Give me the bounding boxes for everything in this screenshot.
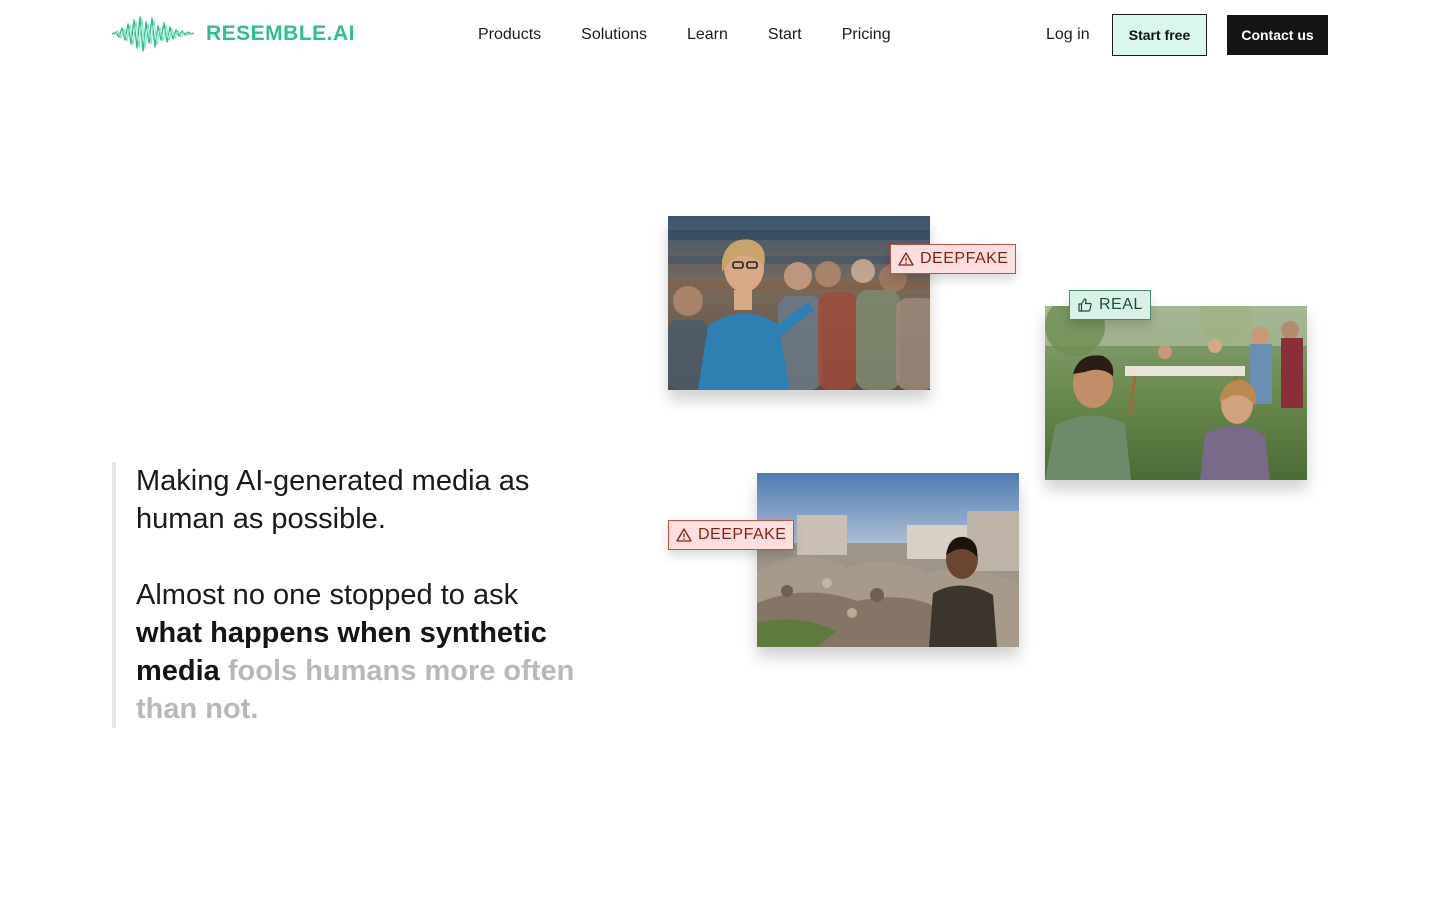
main-nav: Products Solutions Learn Start Pricing — [458, 0, 911, 70]
speaker-photo — [668, 216, 930, 390]
nav-pricing[interactable]: Pricing — [822, 26, 911, 44]
deepfake-badge-1: DEEPFAKE — [890, 244, 1017, 274]
brand-logo[interactable]: RESEMBLE.AI — [112, 14, 355, 54]
real-badge: REAL — [1069, 290, 1151, 320]
hero-line-2: Almost no one stopped to ask what happen… — [136, 576, 592, 728]
nav-learn[interactable]: Learn — [667, 26, 748, 44]
nav-solutions[interactable]: Solutions — [561, 26, 667, 44]
thumbs-up-icon — [1078, 298, 1092, 312]
hero-line-2-lead: Almost no one stopped to ask — [136, 579, 519, 611]
real-badge-label: REAL — [1099, 296, 1143, 313]
media-card-speaker — [668, 216, 930, 390]
family-gathering-photo — [1045, 306, 1307, 480]
hero-line-1: Making AI-generated media as human as po… — [136, 465, 530, 535]
warning-triangle-icon — [676, 528, 692, 542]
nav-start[interactable]: Start — [748, 26, 822, 44]
site-header: RESEMBLE.AI Products Solutions Learn Sta… — [0, 0, 1440, 70]
deepfake-badge-label: DEEPFAKE — [920, 250, 1009, 267]
rubble-photo — [757, 473, 1019, 647]
warning-triangle-icon — [898, 252, 914, 266]
contact-us-button[interactable]: Contact us — [1227, 15, 1328, 55]
start-free-button[interactable]: Start free — [1112, 14, 1207, 56]
nav-products[interactable]: Products — [458, 26, 561, 44]
login-link[interactable]: Log in — [1030, 0, 1106, 70]
brand-name: RESEMBLE.AI — [206, 22, 356, 45]
hero-statement: Making AI-generated media as human as po… — [112, 462, 592, 728]
waveform-icon — [112, 16, 194, 52]
deepfake-badge-2: DEEPFAKE — [668, 520, 795, 550]
media-card-family — [1045, 306, 1307, 480]
deepfake-badge-label: DEEPFAKE — [698, 526, 787, 543]
media-card-rubble — [757, 473, 1019, 647]
